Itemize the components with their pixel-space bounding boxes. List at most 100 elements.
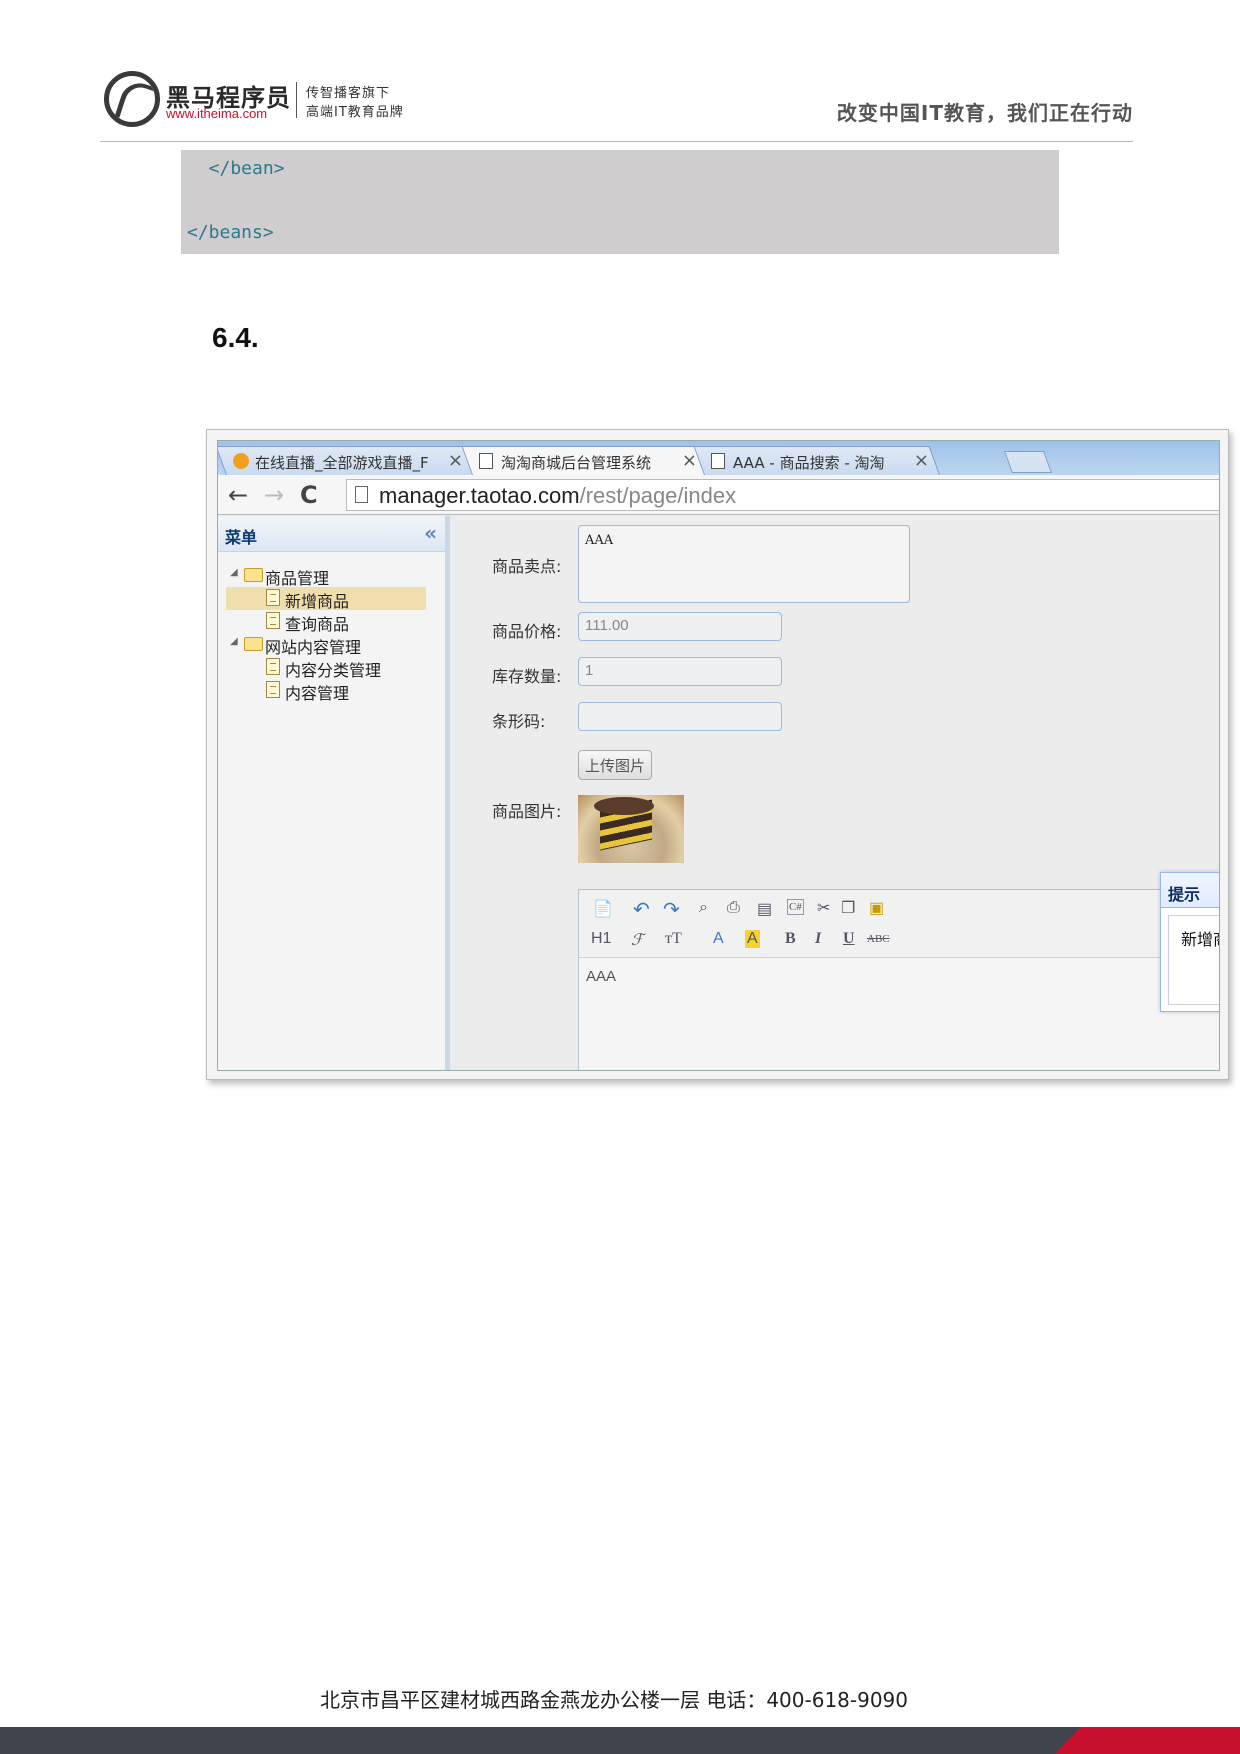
page-icon — [711, 453, 725, 469]
rich-text-editor: 📄 ↶ ↷ ⌕ ⎙ ▤ C# ✂ ❐ ▣ H1 ℱ тT A A B I U A… — [578, 889, 1219, 1070]
sidebar-header: 菜单 « — [218, 516, 445, 552]
bold-button[interactable]: B — [785, 930, 796, 948]
editor-toolbar: 📄 ↶ ↷ ⌕ ⎙ ▤ C# ✂ ❐ ▣ H1 ℱ тT A A B I U A… — [579, 890, 1219, 958]
sidebar-item-label: 商品管理 — [265, 569, 330, 588]
reload-icon[interactable]: C — [300, 481, 318, 509]
preview-icon[interactable]: ⌕ — [699, 899, 708, 917]
cut-icon[interactable]: ✂ — [817, 898, 830, 918]
sidebar-item-label: 内容管理 — [285, 684, 350, 703]
folder-icon — [244, 637, 263, 651]
document-icon — [266, 681, 280, 698]
code-block: </bean> </beans> — [181, 150, 1059, 254]
screenshot-figure: 在线直播_全部游戏直播_F × 淘淘商城后台管理系统 × AAA - 商品搜索 … — [206, 429, 1229, 1080]
product-image[interactable] — [578, 795, 684, 863]
main-form-area: 商品卖点: AAA 商品价格: 111.00 库存数量: 1 条形码: 上传图片… — [458, 516, 1219, 1070]
redo-icon[interactable]: ↷ — [663, 897, 680, 922]
header-slogan: 改变中国IT教育，我们正在行动 — [836, 101, 1133, 125]
sidebar-item-add-product[interactable]: 新增商品 — [226, 587, 426, 611]
code-line: </bean> — [187, 158, 285, 179]
alert-dialog: 提示 新增商品成功! 确定 — [1160, 872, 1219, 1012]
sidebar-item-content-category[interactable]: 内容分类管理 — [218, 656, 445, 680]
underline-button[interactable]: U — [843, 930, 855, 948]
font-family-button[interactable]: ℱ — [631, 930, 644, 950]
dialog-title: 提示 — [1161, 873, 1219, 908]
footer-address: 北京市昌平区建材城西路金燕龙办公楼一层 电话：400-618-9090 — [319, 1688, 909, 1712]
sidebar-item-product-management[interactable]: ◢ 商品管理 — [218, 564, 445, 588]
sell-point-textarea[interactable]: AAA — [578, 525, 910, 603]
logo-tagline-2: 高端IT教育品牌 — [306, 105, 404, 120]
font-color-button[interactable]: A — [713, 930, 724, 948]
print-icon[interactable]: ⎙ — [727, 899, 740, 917]
undo-icon[interactable]: ↶ — [633, 897, 650, 922]
source-icon[interactable]: 📄 — [593, 899, 613, 919]
url-host: manager.taotao.com — [379, 483, 580, 508]
logo-url: www.itheima.com — [166, 106, 268, 121]
sidebar-item-site-content[interactable]: ◢ 网站内容管理 — [218, 633, 445, 657]
heading-button[interactable]: H1 — [591, 930, 611, 948]
address-bar: ← → C manager.taotao.com/rest/page/index — [218, 475, 1219, 515]
page-header: 黑马程序员 www.itheima.com 传智播客旗下 高端IT教育品牌 改变… — [100, 68, 1133, 142]
copy-icon[interactable]: ❐ — [841, 898, 855, 918]
folder-icon — [244, 568, 263, 582]
page-icon — [479, 453, 493, 469]
sidebar-item-label: 内容分类管理 — [285, 661, 382, 680]
forward-arrow-icon[interactable]: → — [264, 481, 284, 509]
highlight-button[interactable]: A — [745, 930, 760, 948]
back-arrow-icon[interactable]: ← — [228, 481, 248, 509]
document-icon — [266, 612, 280, 629]
price-input[interactable]: 111.00 — [578, 612, 782, 641]
sidebar-item-label: 网站内容管理 — [265, 638, 362, 657]
browser-window: 在线直播_全部游戏直播_F × 淘淘商城后台管理系统 × AAA - 商品搜索 … — [217, 440, 1220, 1071]
horse-logo-icon — [104, 71, 160, 127]
sidebar-item-label: 查询商品 — [285, 615, 350, 634]
url-input[interactable]: manager.taotao.com/rest/page/index — [346, 479, 1219, 511]
sell-point-label: 商品卖点: — [492, 557, 562, 576]
sidebar-item-label: 新增商品 — [285, 592, 350, 611]
close-icon[interactable]: × — [448, 450, 463, 471]
tab-bar: 在线直播_全部游戏直播_F × 淘淘商城后台管理系统 × AAA - 商品搜索 … — [218, 441, 1219, 475]
paste-icon[interactable]: ▣ — [869, 898, 884, 918]
footer-bar — [0, 1727, 1240, 1754]
template-icon[interactable]: ▤ — [757, 899, 772, 919]
logo-separator — [296, 82, 297, 118]
sidebar-item-content[interactable]: 内容管理 — [218, 679, 445, 703]
expand-arrow-icon[interactable]: ◢ — [230, 567, 238, 578]
section-heading: 6.4. — [212, 322, 259, 353]
font-size-button[interactable]: тT — [665, 930, 682, 948]
image-label: 商品图片: — [492, 802, 562, 821]
live-stream-icon — [233, 453, 249, 469]
barcode-label: 条形码: — [492, 712, 546, 731]
browser-tab[interactable]: AAA - 商品搜索 - 淘淘 × — [693, 446, 940, 475]
upload-image-button[interactable]: 上传图片 — [578, 750, 653, 780]
tab-label: AAA - 商品搜索 - 淘淘 — [733, 454, 885, 472]
browser-tab[interactable]: 在线直播_全部游戏直播_F × — [218, 446, 474, 475]
price-label: 商品价格: — [492, 622, 562, 641]
url-path: /rest/page/index — [579, 483, 737, 508]
close-icon[interactable]: × — [914, 450, 929, 471]
document-icon — [266, 658, 280, 675]
tab-label: 淘淘商城后台管理系统 — [501, 454, 652, 472]
page-icon — [355, 486, 368, 503]
footer-accent — [1055, 1727, 1240, 1754]
sidebar-panel: 菜单 « ◢ 商品管理 新增商品 查询商品 ◢ 网站内容管理 内容分类管理 内容… — [218, 516, 450, 1070]
sidebar-item-query-product[interactable]: 查询商品 — [218, 610, 445, 634]
code-icon[interactable]: C# — [787, 899, 804, 915]
code-line: </beans> — [187, 222, 274, 243]
document-icon — [266, 589, 280, 606]
close-icon[interactable]: × — [682, 450, 697, 471]
expand-arrow-icon[interactable]: ◢ — [230, 636, 238, 647]
dialog-body: 新增商品成功! 确定 — [1168, 915, 1219, 1005]
italic-button[interactable]: I — [815, 930, 821, 948]
collapse-icon[interactable]: « — [424, 521, 437, 545]
browser-tab-active[interactable]: 淘淘商城后台管理系统 × — [461, 446, 708, 475]
dialog-message: 新增商品成功! — [1181, 930, 1219, 949]
tab-label: 在线直播_全部游戏直播_F — [255, 454, 429, 472]
logo-tagline-1: 传智播客旗下 — [306, 86, 391, 101]
strikethrough-button[interactable]: ABC — [867, 933, 890, 945]
editor-content[interactable]: AAA — [586, 968, 616, 985]
stock-label: 库存数量: — [492, 667, 562, 686]
sidebar-title: 菜单 — [225, 528, 258, 547]
barcode-input[interactable] — [578, 702, 782, 731]
new-tab-button[interactable] — [1003, 451, 1053, 473]
stock-input[interactable]: 1 — [578, 657, 782, 686]
